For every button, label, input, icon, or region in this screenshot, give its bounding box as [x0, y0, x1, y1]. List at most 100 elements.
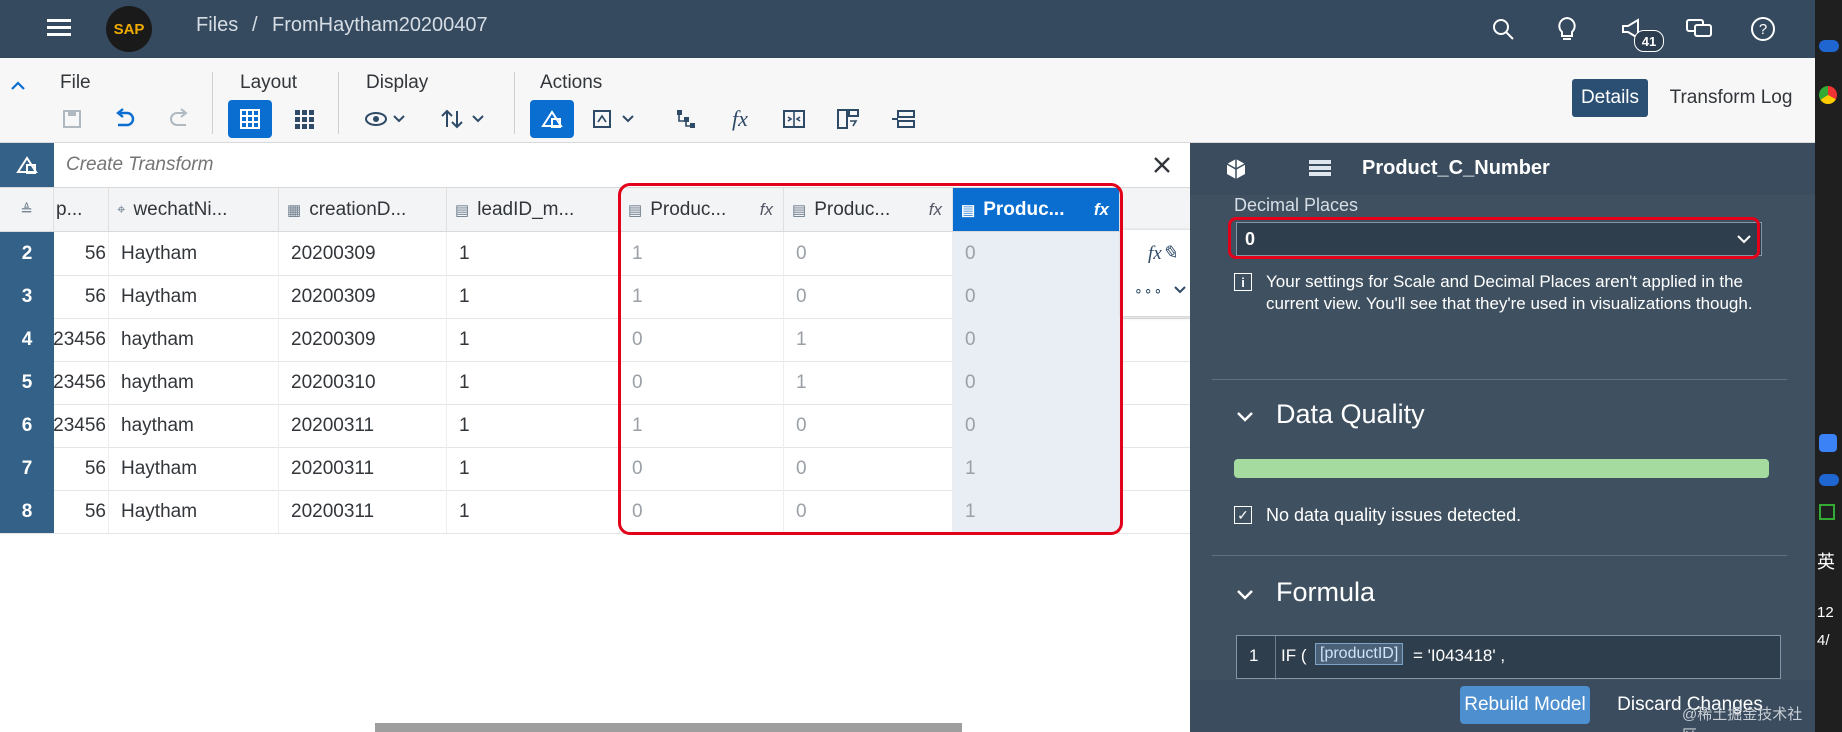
visibility-menu-button[interactable] — [360, 100, 412, 138]
sap-logo[interactable]: SAP — [106, 6, 152, 52]
column-header[interactable]: ▤ leadID_m... — [447, 188, 620, 232]
table-cell[interactable]: 1 — [953, 490, 1120, 533]
edit-formula-icon[interactable]: fx✎ — [1148, 242, 1178, 265]
table-row[interactable]: 8 56 Haytham 20200311 1 0 0 1 — [0, 490, 1190, 534]
row-number[interactable]: 4 — [0, 318, 54, 361]
column-header[interactable]: ▦ creationD... — [279, 188, 447, 232]
row-header-corner[interactable]: ≜ — [0, 188, 54, 232]
transform-log-tab[interactable]: Transform Log — [1668, 79, 1794, 117]
rebuild-model-button[interactable]: Rebuild Model — [1460, 686, 1590, 724]
table-cell[interactable]: 0 — [784, 232, 953, 275]
table-cell[interactable]: Haytham — [109, 232, 279, 275]
column-header[interactable]: p... — [54, 188, 109, 232]
table-cell[interactable]: 1 — [784, 318, 953, 361]
chat-icon[interactable] — [1682, 12, 1716, 46]
search-icon[interactable] — [1486, 12, 1520, 46]
table-cell[interactable]: 20200309 — [279, 275, 447, 318]
hierarchy-icon[interactable] — [664, 100, 708, 138]
table-cell[interactable]: Haytham — [109, 275, 279, 318]
table-cell[interactable]: 20200311 — [279, 404, 447, 447]
table-cell[interactable]: 1 — [447, 318, 620, 361]
row-number[interactable]: 6 — [0, 404, 54, 447]
table-cell[interactable]: 0 — [784, 275, 953, 318]
table-cell[interactable]: 0 — [953, 232, 1120, 275]
table-cell[interactable]: 123456 — [54, 318, 109, 361]
table-row[interactable]: 2 56 Haytham 20200309 1 1 0 0 — [0, 232, 1190, 276]
close-icon[interactable] — [1150, 153, 1174, 177]
table-cell[interactable]: 1 — [447, 447, 620, 490]
table-row[interactable]: 7 56 Haytham 20200311 1 0 0 1 — [0, 447, 1190, 491]
formula-icon[interactable]: fx — [718, 100, 762, 138]
table-cell[interactable]: 0 — [784, 404, 953, 447]
table-cell[interactable]: 0 — [620, 447, 784, 490]
table-cell[interactable]: 56 — [54, 447, 109, 490]
table-cell[interactable]: 0 — [953, 318, 1120, 361]
transform-button[interactable] — [530, 100, 574, 138]
breadcrumb-files[interactable]: Files — [196, 14, 238, 37]
table-cell[interactable]: 1 — [620, 232, 784, 275]
table-cell[interactable]: haytham — [109, 318, 279, 361]
table-cell[interactable]: 1 — [447, 361, 620, 404]
table-cell[interactable]: haytham — [109, 404, 279, 447]
table-cell[interactable]: 0 — [784, 447, 953, 490]
horizontal-scrollbar[interactable] — [375, 723, 962, 732]
table-cell[interactable]: 0 — [953, 275, 1120, 318]
column-header[interactable]: ▤ Produc... fx — [784, 188, 953, 232]
chevron-down-icon[interactable] — [1172, 282, 1188, 303]
table-cell[interactable]: 20200311 — [279, 490, 447, 533]
split-column-icon[interactable] — [772, 100, 816, 138]
table-cell[interactable]: Haytham — [109, 490, 279, 533]
column-header[interactable]: ▤ Produc... fx — [620, 188, 784, 232]
table-row[interactable]: 5123456haytham202003101010 — [0, 361, 1190, 405]
table-cell[interactable]: 20200309 — [279, 232, 447, 275]
table-cell[interactable]: 20200310 — [279, 361, 447, 404]
table-cell[interactable]: 0 — [784, 490, 953, 533]
grid-view-button[interactable] — [228, 100, 272, 138]
geo-enrich-menu-button[interactable] — [588, 100, 644, 138]
sort-menu-button[interactable] — [436, 100, 492, 138]
data-quality-toggle[interactable] — [1234, 405, 1256, 432]
table-row[interactable]: 4123456haytham202003091010 — [0, 318, 1190, 362]
collapse-toolbar-icon[interactable] — [8, 76, 28, 96]
transform-bar-icon[interactable] — [0, 143, 54, 187]
table-cell[interactable]: haytham — [109, 361, 279, 404]
details-tab[interactable]: Details — [1572, 79, 1648, 117]
table-cell[interactable]: 1 — [620, 275, 784, 318]
table-cell[interactable]: 1 — [447, 404, 620, 447]
row-number[interactable]: 5 — [0, 361, 54, 404]
table-cell[interactable]: 0 — [953, 404, 1120, 447]
save-icon[interactable] — [50, 100, 94, 138]
table-cell[interactable]: 1 — [953, 447, 1120, 490]
facet-view-button[interactable] — [282, 100, 326, 138]
table-cell[interactable]: 1 — [620, 404, 784, 447]
table-cell[interactable]: 56 — [54, 275, 109, 318]
table-cell[interactable]: 56 — [54, 490, 109, 533]
table-cell[interactable]: Haytham — [109, 447, 279, 490]
formula-toggle[interactable] — [1234, 583, 1256, 610]
row-number[interactable]: 2 — [0, 232, 54, 275]
table-cell[interactable]: 0 — [620, 490, 784, 533]
formula-editor[interactable]: 1 IF ( [productID] = 'I043418' , — [1236, 635, 1781, 680]
model-icon[interactable] — [1224, 157, 1248, 186]
column-header-selected[interactable]: ▤ Produc... fx — [953, 188, 1120, 232]
redo-icon[interactable] — [158, 100, 202, 138]
table-cell[interactable]: 0 — [620, 361, 784, 404]
column-header[interactable]: ⌖ wechatNi... — [109, 188, 279, 232]
help-icon[interactable]: ? — [1746, 12, 1780, 46]
table-cell[interactable]: 20200309 — [279, 318, 447, 361]
row-number[interactable]: 7 — [0, 447, 54, 490]
table-row[interactable]: 3 56 Haytham 20200309 1 1 0 0 — [0, 275, 1190, 319]
table-cell[interactable]: 1 — [447, 275, 620, 318]
table-cell[interactable]: 56 — [54, 232, 109, 275]
table-row[interactable]: 6123456haytham202003111100 — [0, 404, 1190, 448]
undo-icon[interactable] — [102, 100, 146, 138]
row-number[interactable]: 8 — [0, 490, 54, 533]
table-cell[interactable]: 123456 — [54, 404, 109, 447]
table-cell[interactable]: 1 — [784, 361, 953, 404]
lightbulb-icon[interactable] — [1550, 12, 1584, 46]
table-cell[interactable]: 123456 — [54, 361, 109, 404]
create-transform-input[interactable] — [64, 149, 1128, 181]
table-cell[interactable]: 1 — [447, 490, 620, 533]
table-cell[interactable]: 20200311 — [279, 447, 447, 490]
menu-icon[interactable] — [44, 14, 74, 42]
